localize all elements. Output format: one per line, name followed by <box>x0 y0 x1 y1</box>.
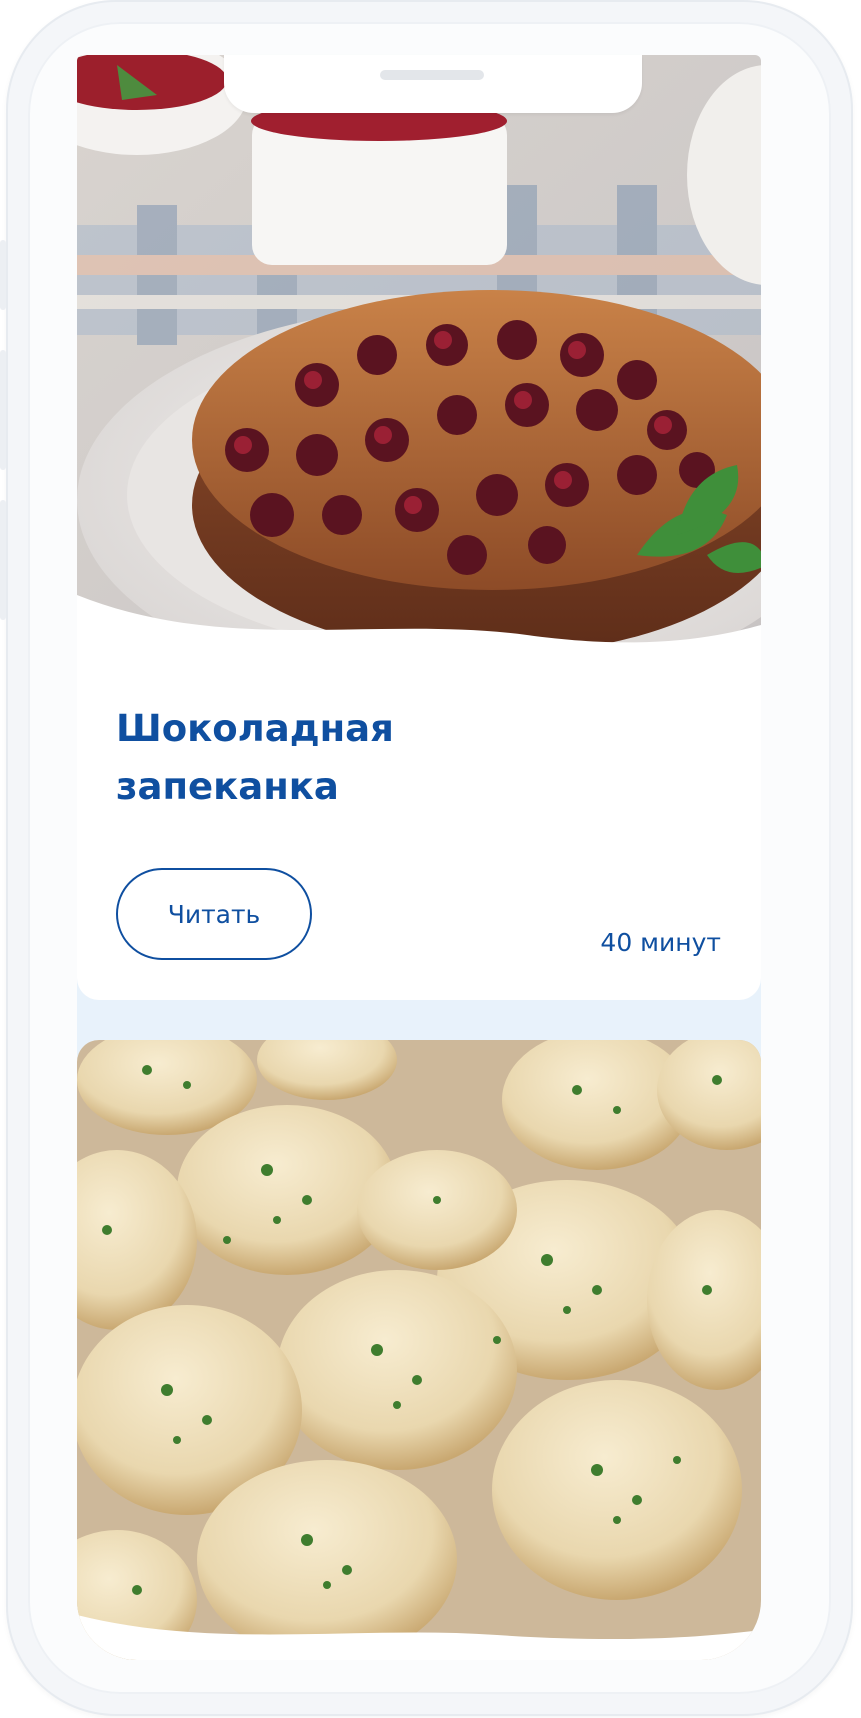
phone-mute-switch <box>0 240 6 310</box>
recipe-photo[interactable] <box>77 55 761 665</box>
recipe-card[interactable] <box>77 1040 761 1660</box>
phone-volume-up <box>0 350 6 470</box>
phone-volume-down <box>0 500 6 620</box>
cook-time: 40 минут <box>600 928 721 957</box>
app-screen: Шоколадная запеканка Читать 40 минут <box>77 55 761 1660</box>
read-button[interactable]: Читать <box>116 868 312 960</box>
phone-notch <box>224 55 642 113</box>
phone-speaker <box>380 70 484 80</box>
recipe-title: Шоколадная запеканка <box>116 707 394 808</box>
recipe-card[interactable]: Шоколадная запеканка Читать 40 минут <box>77 55 761 1000</box>
recipe-photo[interactable] <box>77 1040 761 1660</box>
